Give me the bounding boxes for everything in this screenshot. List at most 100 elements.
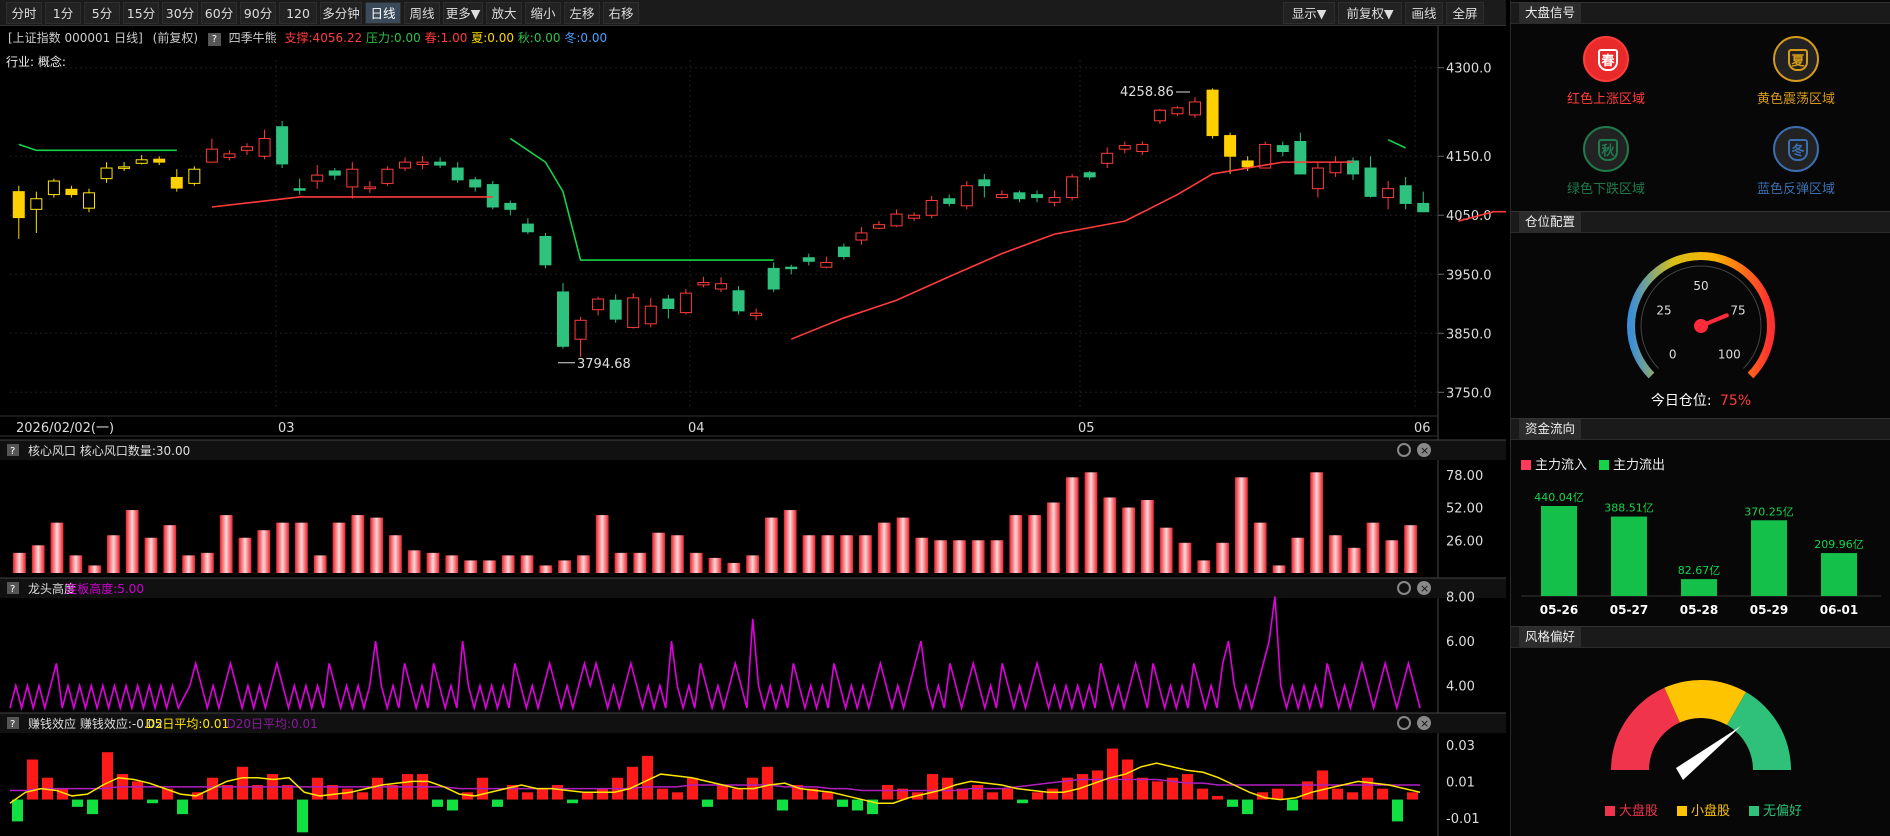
period-tab-8[interactable]: 多分钟 [320, 2, 362, 24]
price-tick-label-5: 3750.0 [1446, 386, 1492, 401]
price-tick-label-2: 4050.0 [1446, 209, 1492, 224]
profit-bar-89 [1347, 792, 1358, 800]
period-tab-6[interactable]: 90分 [240, 2, 276, 24]
wind-bar-8 [163, 525, 177, 573]
toolbar-right-button-3[interactable]: 全屏 [1446, 2, 1484, 24]
period-tab-12[interactable]: 放大 [486, 2, 522, 24]
period-tab-13[interactable]: 缩小 [525, 2, 561, 24]
wind-bar-71 [1347, 547, 1361, 573]
profit-bar-68 [1032, 792, 1043, 800]
candle-body-51 [908, 214, 921, 219]
profit-bar-67 [1017, 799, 1028, 804]
profit-bar-35 [537, 788, 548, 800]
flow-bar-0 [1541, 506, 1577, 596]
style-none-label: 无偏好 [1763, 804, 1803, 819]
candle-body-25 [451, 167, 464, 181]
candle-body-60 [1066, 176, 1079, 199]
profit-bar-46 [702, 799, 713, 807]
period-tab-14[interactable]: 左移 [564, 2, 600, 24]
period-tab-4[interactable]: 30分 [162, 2, 198, 24]
price-tick-label-4: 3850.0 [1446, 327, 1492, 342]
toolbar-right-button-1[interactable]: 前复权▼ [1338, 2, 1402, 24]
help-icon[interactable]: ? [207, 33, 221, 46]
profit-bar-19 [297, 799, 308, 833]
wind-tick-0: 78.00 [1446, 469, 1483, 484]
main-chart[interactable]: 4300.0 4150.0 4050.0 3950.0 3850.0 3750.0 4258… [0, 26, 1506, 836]
period-tab-1[interactable]: 1分 [45, 2, 81, 24]
period-tab-9[interactable]: 日线 [365, 2, 401, 24]
flow-value-0: 440.04亿 [1534, 491, 1584, 504]
style-title: 风格偏好 [1519, 627, 1582, 647]
wind-bar-42 [802, 535, 816, 573]
wind-bar-33 [633, 552, 647, 573]
style-gauge [1611, 680, 1791, 780]
profit-bar-5 [87, 799, 98, 815]
candle-body-50 [890, 213, 903, 227]
indicator-name: 四季牛熊 [228, 31, 277, 45]
gauge-tick-0: 0 [1669, 347, 1677, 361]
profit-bar-6 [102, 752, 113, 800]
candle-body-27 [486, 184, 499, 208]
season-signal-3[interactable]: 冬蓝色反弹区域 [1701, 126, 1890, 197]
flow-out-swatch [1599, 460, 1609, 470]
wind-bar-40 [765, 517, 778, 573]
wind-bar-50 [953, 540, 966, 573]
pressure-label: 压力:0.00 [366, 31, 421, 45]
wind-bar-70 [1329, 535, 1342, 573]
profit-bar-36 [552, 785, 563, 800]
period-tab-0[interactable]: 分时 [6, 2, 42, 24]
period-tab-3[interactable]: 15分 [123, 2, 159, 24]
wind-tick-1: 52.00 [1446, 502, 1483, 517]
period-tab-10[interactable]: 周线 [404, 2, 440, 24]
period-tab-11[interactable]: 更多▼ [443, 2, 483, 24]
toolbar-right-button-0[interactable]: 显示▼ [1283, 2, 1335, 24]
profit-bar-61 [927, 774, 938, 800]
season-signal-1[interactable]: 夏黄色震荡区域 [1701, 36, 1890, 107]
period-tab-7[interactable]: 120分 [279, 2, 317, 43]
profit-bar-44 [672, 792, 683, 800]
signal-header: 大盘信号 [1511, 2, 1890, 24]
date-label-4: 06 [1414, 421, 1431, 436]
profit-bar-15 [237, 766, 248, 800]
wind-bar-28 [539, 565, 553, 573]
season-signal-0[interactable]: 春红色上涨区域 [1511, 36, 1701, 107]
wind-bar-17 [332, 522, 346, 573]
toolbar-right-button-2[interactable]: 画线 [1405, 2, 1443, 24]
panel-close-mark-2: × [1420, 717, 1429, 730]
candle-body-12 [223, 153, 236, 158]
profit-bar-1 [27, 759, 38, 800]
profit-tick-0: 0.03 [1446, 739, 1475, 754]
candle-body-2 [47, 180, 60, 196]
price-tick-label-1: 4150.0 [1446, 150, 1492, 165]
wind-bar-37 [708, 557, 722, 573]
candle-body-57 [1013, 192, 1026, 200]
wind-bar-61 [1159, 527, 1173, 573]
wind-bar-68 [1291, 537, 1305, 573]
period-tab-5[interactable]: 60分 [201, 2, 237, 24]
fq-label: (前复权) [152, 31, 199, 45]
winter-label: 冬:0.00 [564, 31, 608, 45]
profit-tick-2: -0.01 [1446, 812, 1480, 827]
wind-bar-72 [1366, 522, 1380, 573]
position-title: 仓位配置 [1519, 212, 1582, 232]
style-header: 风格偏好 [1511, 626, 1890, 648]
profit-bar-73 [1107, 748, 1118, 800]
profit-bar-90 [1362, 777, 1373, 800]
wind-bar-44 [840, 535, 853, 573]
wind-bar-51 [971, 540, 985, 573]
wind-bar-26 [501, 555, 515, 573]
candle-body-11 [205, 148, 218, 163]
candle-body-7 [135, 159, 148, 164]
profit-bar-54 [822, 792, 833, 800]
signal-title: 大盘信号 [1519, 3, 1582, 23]
wind-bar-12 [238, 537, 252, 573]
profit-bar-91 [1377, 788, 1388, 800]
flow-bar-3 [1751, 520, 1787, 596]
period-tab-15[interactable]: 右移 [603, 2, 639, 24]
wind-bar-64 [1216, 542, 1229, 573]
season-signal-2[interactable]: 秋绿色下跌区域 [1511, 126, 1701, 197]
period-tab-2[interactable]: 5分 [84, 2, 120, 24]
season-glyph-1: 夏 [1788, 49, 1808, 71]
candle-body-52 [925, 199, 938, 216]
profit-bar-8 [132, 781, 143, 800]
